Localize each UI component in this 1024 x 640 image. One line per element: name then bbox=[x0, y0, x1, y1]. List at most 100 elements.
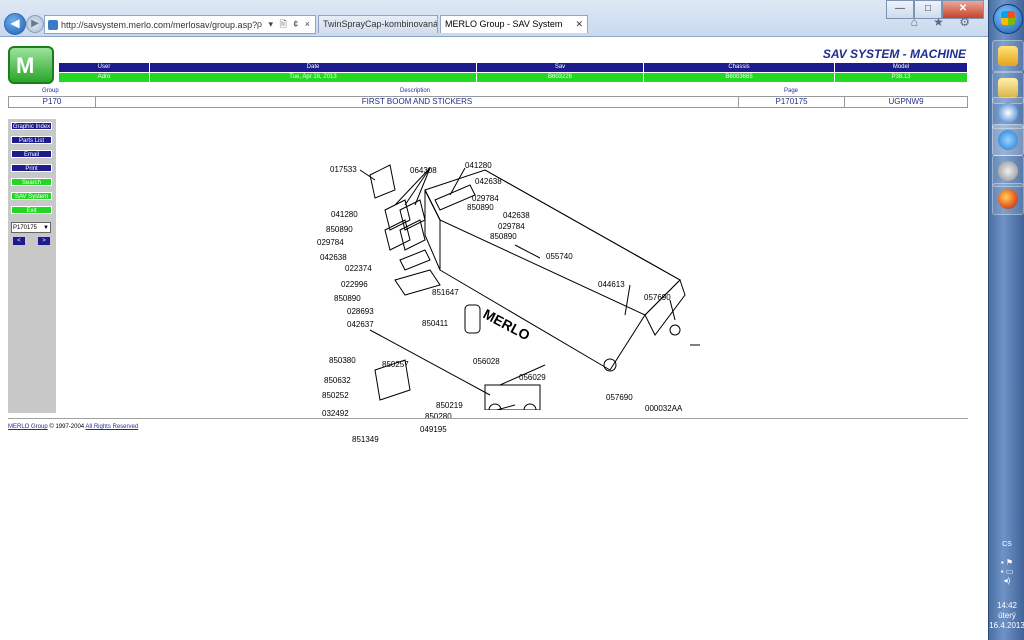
taskbar-firefox[interactable] bbox=[992, 183, 1024, 215]
chassis-header: Chassis bbox=[643, 62, 835, 73]
folder-icon bbox=[998, 78, 1018, 98]
group-info-table: P170 FIRST BOOM AND STICKERS P170175 UGP… bbox=[8, 96, 968, 108]
part-label[interactable]: 850380 bbox=[329, 356, 356, 365]
language-indicator[interactable]: CS bbox=[989, 541, 1024, 548]
date-header: Date bbox=[149, 62, 477, 73]
part-label[interactable]: 029784 bbox=[317, 238, 344, 247]
email-button[interactable]: Email bbox=[11, 150, 52, 158]
taskbar: CS ▪ ⚑ ▪ ▭ ◂) 14:42 úterý 16.4.2013 bbox=[988, 0, 1024, 640]
prev-page-button[interactable]: < bbox=[13, 237, 25, 245]
page-label: Page bbox=[784, 88, 799, 94]
part-label[interactable]: 057690 bbox=[606, 393, 633, 402]
part-label[interactable]: 049195 bbox=[420, 425, 447, 434]
parts-diagram[interactable]: MERLO 017533 064308 041280 042638 029784… bbox=[300, 120, 720, 444]
forward-button[interactable]: ▶ bbox=[26, 15, 44, 33]
clock-time[interactable]: 14:42 bbox=[989, 601, 1024, 610]
part-label[interactable]: 042638 bbox=[475, 177, 502, 186]
taskbar-ie[interactable] bbox=[992, 124, 1024, 156]
exit-button[interactable]: Exit bbox=[11, 206, 52, 214]
brand-sticker: MERLO bbox=[481, 306, 533, 344]
page-title: SAV SYSTEM - MACHINE bbox=[822, 47, 966, 61]
internet-explorer-icon bbox=[998, 130, 1018, 150]
group-label: Group bbox=[42, 88, 59, 94]
code-value: UGPNW9 bbox=[844, 96, 968, 108]
start-button[interactable] bbox=[993, 4, 1023, 34]
part-label[interactable]: 850252 bbox=[322, 391, 349, 400]
page-content: M SAV SYSTEM - MACHINE User Date Sav Cha… bbox=[0, 37, 988, 640]
address-text[interactable]: http://savsystem.merlo.com/merlosav/grou… bbox=[61, 20, 257, 30]
next-page-button[interactable]: > bbox=[38, 237, 50, 245]
part-label[interactable]: 850890 bbox=[467, 203, 494, 212]
page-select-value: P170175 bbox=[13, 225, 38, 231]
model-header: Model bbox=[834, 62, 968, 73]
rights-link[interactable]: All Rights Reserved bbox=[85, 424, 138, 430]
chevron-down-icon: ▼ bbox=[43, 225, 49, 231]
description-value: FIRST BOOM AND STICKERS bbox=[95, 96, 739, 108]
taskbar-outlook[interactable] bbox=[992, 40, 1024, 72]
sidebar: Graphic Index Parts List Email Print Sea… bbox=[8, 119, 56, 413]
part-label[interactable]: 029784 bbox=[472, 194, 499, 203]
back-button[interactable]: ◀ bbox=[4, 13, 26, 35]
part-label[interactable]: 055740 bbox=[546, 252, 573, 261]
print-button[interactable]: Print bbox=[11, 164, 52, 172]
footer: MERLO Group © 1997-2004 All Rights Reser… bbox=[8, 424, 138, 430]
merlo-group-link[interactable]: MERLO Group bbox=[8, 424, 48, 430]
tab-merlo-sav[interactable]: MERLO Group - SAV System ✕ bbox=[440, 15, 588, 33]
graphic-index-button[interactable]: Graphic Index bbox=[11, 122, 52, 130]
media-player-icon bbox=[998, 103, 1018, 123]
part-label[interactable]: 017533 bbox=[330, 165, 357, 174]
machine-info-table: User Date Sav Chassis Model Adro Tue, Ap… bbox=[58, 62, 968, 83]
tab-label: TwinSprayCap-kombinovaná ... bbox=[323, 19, 438, 29]
part-label[interactable]: 022374 bbox=[345, 264, 372, 273]
part-label[interactable]: 057690 bbox=[644, 293, 671, 302]
part-label[interactable]: 056029 bbox=[519, 373, 546, 382]
merlo-logo: M bbox=[8, 46, 54, 84]
parts-list-button[interactable]: Parts List bbox=[11, 136, 52, 144]
page-select[interactable]: P170175 ▼ bbox=[11, 222, 51, 233]
sav-header: Sav bbox=[476, 62, 644, 73]
firefox-icon bbox=[998, 189, 1018, 209]
part-label[interactable]: 850632 bbox=[324, 376, 351, 385]
part-label[interactable]: 850890 bbox=[490, 232, 517, 241]
tab-twinspraycap[interactable]: TwinSprayCap-kombinovaná ... bbox=[318, 15, 438, 33]
address-tools[interactable]: ρ ▾ 🗎 ¢ × bbox=[257, 17, 315, 33]
part-label[interactable]: 850890 bbox=[334, 294, 361, 303]
part-label[interactable]: 850219 bbox=[436, 401, 463, 410]
part-label[interactable]: 028693 bbox=[347, 307, 374, 316]
part-label[interactable]: 850411 bbox=[422, 319, 448, 328]
sav-system-button[interactable]: SAV System bbox=[11, 192, 52, 200]
clock-date: 16.4.2013 bbox=[989, 621, 1024, 630]
search-button[interactable]: Search bbox=[11, 178, 52, 186]
mail-icon bbox=[998, 46, 1018, 66]
part-label[interactable]: 850890 bbox=[326, 225, 353, 234]
part-label[interactable]: 041280 bbox=[465, 161, 492, 170]
sav-value: B603226 bbox=[476, 72, 644, 83]
tab-label: MERLO Group - SAV System bbox=[445, 19, 563, 29]
part-label[interactable]: 000032AA bbox=[645, 404, 682, 413]
app-icon bbox=[998, 161, 1018, 181]
part-label[interactable]: 064308 bbox=[410, 166, 437, 175]
part-label[interactable]: 850257 bbox=[382, 360, 409, 369]
part-label[interactable]: 041280 bbox=[331, 210, 358, 219]
part-label[interactable]: 056028 bbox=[473, 357, 500, 366]
clock-day: úterý bbox=[998, 611, 1016, 620]
tab-close-icon[interactable]: ✕ bbox=[575, 16, 583, 33]
part-label[interactable]: 042638 bbox=[320, 253, 347, 262]
browser-tool-icons[interactable]: ⌂ ★ ⚙ bbox=[911, 15, 976, 29]
part-label[interactable]: 029784 bbox=[498, 222, 525, 231]
part-label[interactable]: 851647 bbox=[432, 288, 459, 297]
part-label[interactable]: 850280 bbox=[425, 412, 452, 421]
description-label: Description bbox=[400, 88, 431, 94]
part-label[interactable]: 042637 bbox=[347, 320, 374, 329]
address-bar[interactable]: http://savsystem.merlo.com/merlosav/grou… bbox=[44, 15, 316, 34]
part-label[interactable]: 851349 bbox=[352, 435, 379, 444]
part-label[interactable]: 022996 bbox=[341, 280, 368, 289]
group-labels: Group Description Page bbox=[8, 88, 968, 96]
model-value: P38.13 bbox=[834, 72, 968, 83]
part-label[interactable]: 042638 bbox=[503, 211, 530, 220]
tray-icons[interactable]: ▪ ⚑ ▪ ▭ ◂) bbox=[989, 558, 1024, 585]
browser-toolbar: — □ ✕ ◀ ▶ http://savsystem.merlo.com/mer… bbox=[0, 0, 988, 37]
part-label[interactable]: 044613 bbox=[598, 280, 625, 289]
part-label[interactable]: 032492 bbox=[322, 409, 349, 418]
copyright-text: © 1997-2004 bbox=[49, 424, 85, 430]
